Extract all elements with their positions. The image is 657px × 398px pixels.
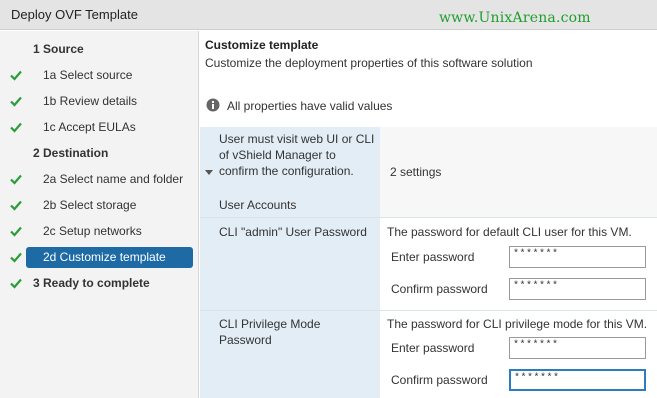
step-1c-accept-eulas[interactable]: 1c Accept EULAs: [0, 117, 199, 139]
step-label: 1a Select source: [43, 68, 133, 82]
group-description-line1: User must visit web UI or CLI: [219, 132, 375, 146]
group-settings-count: 2 settings: [390, 165, 442, 179]
check-icon: [10, 96, 22, 107]
check-icon: [10, 278, 22, 289]
step-2c-setup-networks[interactable]: 2c Setup networks: [0, 221, 199, 243]
admin-enter-password-field[interactable]: *******: [509, 246, 646, 268]
admin-enter-password-label: Enter password: [391, 250, 475, 264]
group-description-line3: confirm the configuration.: [219, 164, 354, 178]
window-title: Deploy OVF Template: [11, 7, 138, 22]
privilege-enter-password-label: Enter password: [391, 341, 475, 355]
step-label: 2d Customize template: [43, 250, 166, 264]
page-subtitle: Customize the deployment properties of t…: [205, 56, 533, 70]
check-icon: [10, 70, 22, 81]
check-icon: [10, 174, 22, 185]
row-divider: [200, 310, 657, 311]
privilege-enter-password-field[interactable]: *******: [509, 337, 646, 359]
step-2b-select-storage[interactable]: 2b Select storage: [0, 195, 199, 217]
step-1-source[interactable]: 1 Source: [0, 39, 199, 61]
watermark-text: www.UnixArena.com: [439, 10, 591, 26]
step-1a-select-source[interactable]: 1a Select source: [0, 65, 199, 87]
page-title: Customize template: [205, 38, 319, 52]
privilege-password-label-line2: Password: [219, 333, 272, 347]
check-icon: [10, 226, 22, 237]
admin-confirm-password-field[interactable]: *******: [509, 278, 646, 300]
info-icon: [206, 98, 220, 112]
step-label: 1 Source: [33, 42, 84, 56]
step-label: 3 Ready to complete: [33, 276, 150, 290]
properties-grid: User must visit web UI or CLI of vShield…: [200, 127, 657, 398]
step-label: 2a Select name and folder: [43, 172, 184, 186]
group-description-line2: of vShield Manager to: [219, 148, 336, 162]
privilege-password-label-line1: CLI Privilege Mode: [219, 317, 321, 331]
step-2-destination[interactable]: 2 Destination: [0, 143, 199, 165]
privilege-confirm-password-label: Confirm password: [391, 373, 488, 387]
admin-password-label: CLI "admin" User Password: [219, 225, 367, 239]
admin-confirm-password-label: Confirm password: [391, 282, 488, 296]
check-icon: [10, 252, 22, 263]
row-divider: [200, 217, 657, 218]
check-icon: [10, 122, 22, 133]
check-icon: [10, 200, 22, 211]
caret-down-icon[interactable]: [205, 170, 213, 175]
privilege-password-description: The password for CLI privilege mode for …: [387, 317, 648, 331]
step-1b-review-details[interactable]: 1b Review details: [0, 91, 199, 113]
wizard-steps-sidebar: 1 Source 1a Select source 1b Review deta…: [0, 31, 199, 398]
step-label: 2 Destination: [33, 146, 109, 160]
step-3-ready-to-complete[interactable]: 3 Ready to complete: [0, 273, 199, 295]
privilege-confirm-password-field[interactable]: *******: [509, 369, 646, 391]
step-label: 2b Select storage: [43, 198, 137, 212]
step-2d-customize-template[interactable]: 2d Customize template: [0, 247, 199, 269]
step-label: 1c Accept EULAs: [43, 120, 136, 134]
step-label: 2c Setup networks: [43, 224, 142, 238]
step-label: 1b Review details: [43, 94, 138, 108]
window-titlebar: Deploy OVF Template www.UnixArena.com: [0, 0, 657, 30]
group-category-label: User Accounts: [219, 198, 297, 212]
validation-text: All properties have valid values: [227, 99, 393, 113]
step-2a-select-name-folder[interactable]: 2a Select name and folder: [0, 169, 199, 191]
admin-password-description: The password for default CLI user for th…: [387, 225, 632, 239]
